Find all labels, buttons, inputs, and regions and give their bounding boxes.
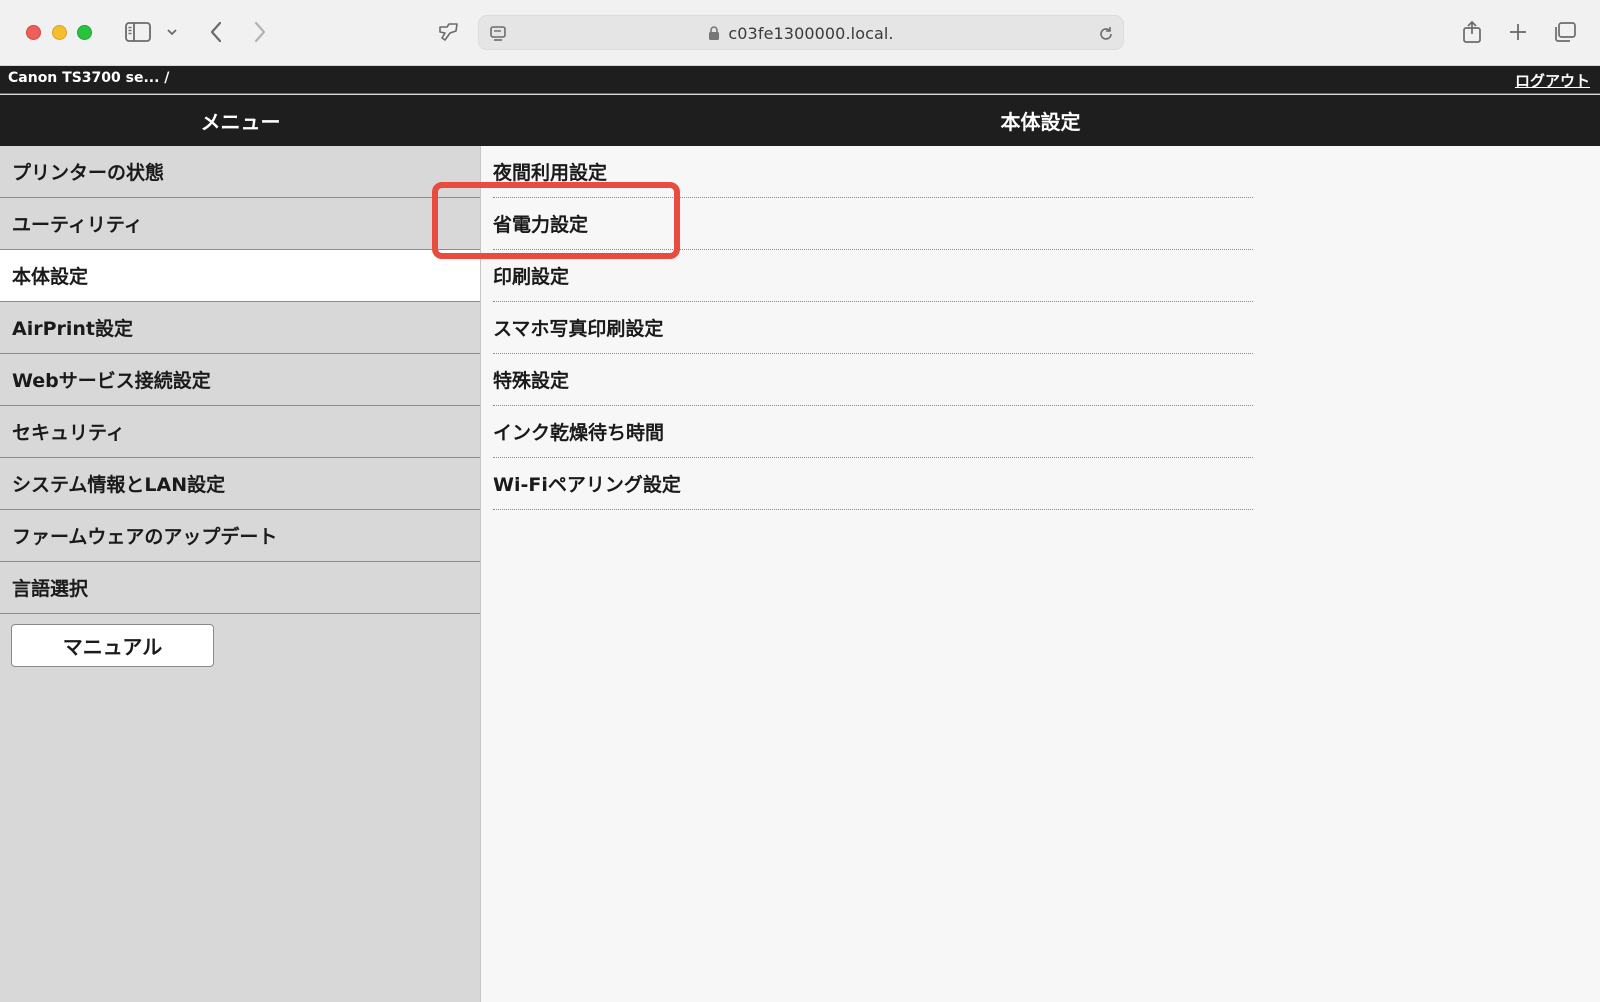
sidebar-item-security[interactable]: セキュリティ [0, 406, 480, 458]
sidebar-item-device-settings[interactable]: 本体設定 [0, 250, 480, 302]
tab-overview-icon[interactable] [1551, 17, 1579, 47]
sidebar-item-web-service[interactable]: Webサービス接続設定 [0, 354, 480, 406]
forward-arrow-icon[interactable] [248, 17, 272, 47]
setting-smartphone-photo-print[interactable]: スマホ写真印刷設定 [493, 302, 1253, 354]
top-bar: Canon TS3700 se... / ログアウト [0, 66, 1600, 94]
address-bar[interactable]: c03fe1300000.local. [478, 15, 1124, 50]
settings-content: 夜間利用設定 省電力設定 印刷設定 スマホ写真印刷設定 特殊設定 インク乾燥待ち… [481, 146, 1600, 1002]
settings-list: 夜間利用設定 省電力設定 印刷設定 スマホ写真印刷設定 特殊設定 インク乾燥待ち… [493, 146, 1253, 510]
sidebar-toggle-icon[interactable] [124, 17, 152, 47]
sidebar-item-language[interactable]: 言語選択 [0, 562, 480, 614]
header-bar: メニュー 本体設定 [0, 95, 1600, 146]
menu-title: メニュー [200, 110, 281, 134]
back-arrow-icon[interactable] [204, 17, 228, 47]
new-tab-icon[interactable] [1505, 17, 1531, 47]
share-icon[interactable] [1459, 17, 1485, 47]
setting-night-mode[interactable]: 夜間利用設定 [493, 146, 1253, 198]
lock-icon [708, 26, 720, 41]
minimize-window-button[interactable] [52, 25, 67, 40]
setting-power-saving[interactable]: 省電力設定 [493, 198, 1253, 250]
sidebar-item-utility[interactable]: ユーティリティ [0, 198, 480, 250]
sidebar-item-system-lan[interactable]: システム情報とLAN設定 [0, 458, 480, 510]
sidebar-menu: プリンターの状態 ユーティリティ 本体設定 AirPrint設定 Webサービス… [0, 146, 481, 1002]
page-title: 本体設定 [1000, 110, 1081, 134]
logout-link[interactable]: ログアウト [1515, 70, 1590, 91]
browser-toolbar: c03fe1300000.local. [0, 0, 1600, 66]
setting-ink-drying-time[interactable]: インク乾燥待ち時間 [493, 406, 1253, 458]
sidebar-item-airprint[interactable]: AirPrint設定 [0, 302, 480, 354]
printer-name: Canon TS3700 se... / [8, 70, 170, 86]
url-text: c03fe1300000.local. [728, 24, 894, 43]
reload-icon[interactable] [1095, 19, 1117, 49]
zoom-window-button[interactable] [77, 25, 92, 40]
privacy-report-icon[interactable] [436, 17, 462, 47]
setting-wifi-pairing[interactable]: Wi-Fiペアリング設定 [493, 458, 1253, 510]
chevron-down-icon[interactable] [164, 17, 180, 47]
close-window-button[interactable] [26, 25, 41, 40]
setting-print[interactable]: 印刷設定 [493, 250, 1253, 302]
sidebar-item-firmware-update[interactable]: ファームウェアのアップデート [0, 510, 480, 562]
printer-web-page: Canon TS3700 se... / ログアウト メニュー 本体設定 プリン… [0, 66, 1600, 1002]
manual-button[interactable]: マニュアル [11, 624, 214, 667]
sidebar-item-printer-status[interactable]: プリンターの状態 [0, 146, 480, 198]
setting-special[interactable]: 特殊設定 [493, 354, 1253, 406]
